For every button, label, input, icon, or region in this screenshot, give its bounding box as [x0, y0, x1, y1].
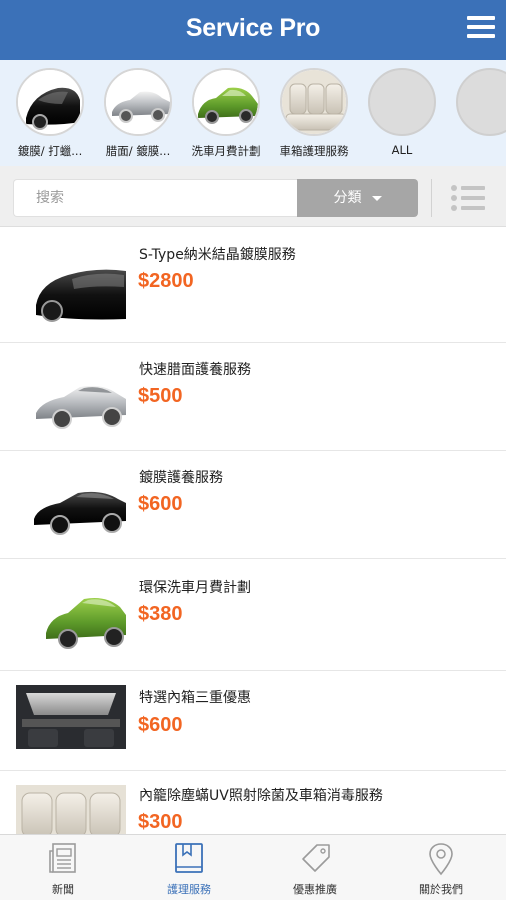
- list-view-icon[interactable]: [450, 184, 486, 212]
- product-row[interactable]: 特選內箱三重優惠 $600: [0, 671, 506, 771]
- newspaper-icon: [49, 843, 76, 873]
- product-name: 快速腊面護養服務: [139, 362, 251, 378]
- divider: [431, 179, 432, 217]
- bottom-tab-bar: 新聞 護理服務 優惠推廣 關於我們: [0, 834, 506, 900]
- product-name: 鍍膜護養服務: [139, 470, 223, 486]
- product-row[interactable]: 快速腊面護養服務 $500: [0, 343, 506, 451]
- category-label: ALL: [391, 143, 413, 157]
- app-title: Service Pro: [185, 14, 321, 42]
- tab-services[interactable]: 護理服務: [126, 835, 252, 900]
- app-header: Service Pro: [0, 0, 506, 60]
- caret-down-icon: [371, 195, 382, 201]
- tab-about[interactable]: 關於我們: [378, 835, 504, 900]
- black-sedan-photo: [16, 467, 126, 543]
- category-item[interactable]: 鍍膜/ 打蠟...: [10, 68, 90, 159]
- car-interior-seats-photo: [280, 68, 348, 136]
- search-input[interactable]: [13, 179, 299, 217]
- tag-icon: [302, 844, 330, 872]
- category-label: 車箱護理服務: [279, 144, 349, 158]
- category-item[interactable]: [450, 68, 506, 143]
- tab-label: 優惠推廣: [293, 883, 337, 896]
- product-price: $300: [138, 811, 183, 833]
- product-name: 環保洗車月費計劃: [139, 580, 251, 596]
- category-dropdown-button[interactable]: 分類: [297, 179, 418, 217]
- category-label: 鍍膜/ 打蠟...: [17, 144, 83, 158]
- hamburger-menu-icon[interactable]: [467, 16, 495, 42]
- car-interior-dashboard-photo: [16, 685, 126, 749]
- product-price: $500: [138, 385, 183, 407]
- tab-label: 護理服務: [167, 883, 211, 896]
- black-car-front-photo: [16, 68, 84, 136]
- category-item[interactable]: 車箱護理服務: [274, 68, 354, 159]
- book-icon: [175, 843, 203, 873]
- category-all[interactable]: ALL: [362, 68, 442, 157]
- product-name: S-Type納米結晶鍍膜服務: [139, 247, 296, 263]
- tab-promotions[interactable]: 優惠推廣: [252, 835, 378, 900]
- category-dropdown-label: 分類: [333, 190, 362, 206]
- category-strip[interactable]: 鍍膜/ 打蠟... 腊面/ 鍍膜... 洗車月費計劃 車箱護理服務 ALL: [0, 60, 506, 166]
- product-price: $2800: [138, 270, 194, 292]
- silver-car-photo: [104, 68, 172, 136]
- product-list: S-Type納米結晶鍍膜服務 $2800 快速腊面護養服務 $500 鍍膜護養服…: [0, 227, 506, 835]
- location-pin-icon: [429, 843, 453, 876]
- category-item[interactable]: 腊面/ 鍍膜...: [98, 68, 178, 159]
- tab-news[interactable]: 新聞: [0, 835, 126, 900]
- silver-car-photo: [16, 361, 126, 437]
- tab-label: 關於我們: [419, 883, 463, 896]
- search-bar: 分類: [0, 166, 506, 227]
- product-name: 特選內箱三重優惠: [139, 690, 251, 706]
- green-car-photo: [16, 577, 126, 653]
- black-car-side-photo: [16, 249, 126, 325]
- product-row[interactable]: 內籠除塵蟎UV照射除菌及車箱消毒服務 $300: [0, 771, 506, 835]
- category-label: 腊面/ 鍍膜...: [105, 144, 171, 158]
- product-price: $600: [138, 714, 183, 736]
- category-item[interactable]: 洗車月費計劃: [186, 68, 266, 159]
- product-row[interactable]: 環保洗車月費計劃 $380: [0, 559, 506, 671]
- product-row[interactable]: S-Type納米結晶鍍膜服務 $2800: [0, 227, 506, 343]
- product-name: 內籠除塵蟎UV照射除菌及車箱消毒服務: [139, 788, 383, 804]
- category-label: 洗車月費計劃: [191, 144, 261, 158]
- category-placeholder-image: [456, 68, 506, 136]
- green-car-photo: [192, 68, 260, 136]
- product-price: $380: [138, 603, 183, 625]
- car-interior-seats-photo: [16, 785, 126, 835]
- product-price: $600: [138, 493, 183, 515]
- tab-label: 新聞: [52, 883, 74, 896]
- category-placeholder-image: [368, 68, 436, 136]
- product-row[interactable]: 鍍膜護養服務 $600: [0, 451, 506, 559]
